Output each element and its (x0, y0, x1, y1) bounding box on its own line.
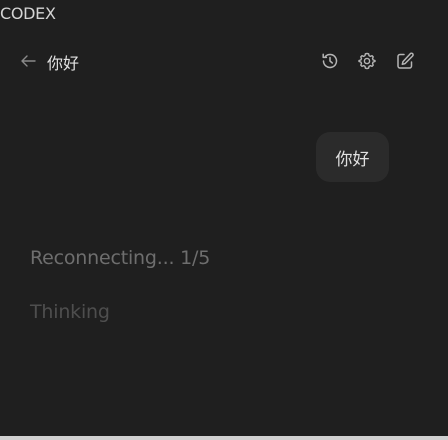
arrow-left-icon (21, 55, 36, 67)
new-chat-button[interactable] (394, 50, 416, 72)
conversation-title: 你好 (47, 54, 80, 73)
user-message-text: 你好 (335, 149, 370, 170)
conversation-header: 你好 (0, 44, 448, 78)
codex-panel: CODEX 你好 你好 Reconnecting... 1/5 Thinking (0, 0, 448, 440)
reconnecting-status: Reconnecting... 1/5 (30, 247, 211, 269)
back-button[interactable] (18, 53, 38, 69)
bottom-bar (0, 436, 448, 440)
history-button[interactable] (319, 50, 341, 72)
compose-icon (397, 52, 414, 69)
panel-title: CODEX (0, 4, 56, 23)
gear-icon (358, 52, 376, 70)
history-icon (322, 53, 338, 69)
thinking-indicator: Thinking (30, 301, 110, 323)
settings-button[interactable] (356, 50, 378, 72)
user-message-bubble: 你好 (316, 132, 389, 182)
